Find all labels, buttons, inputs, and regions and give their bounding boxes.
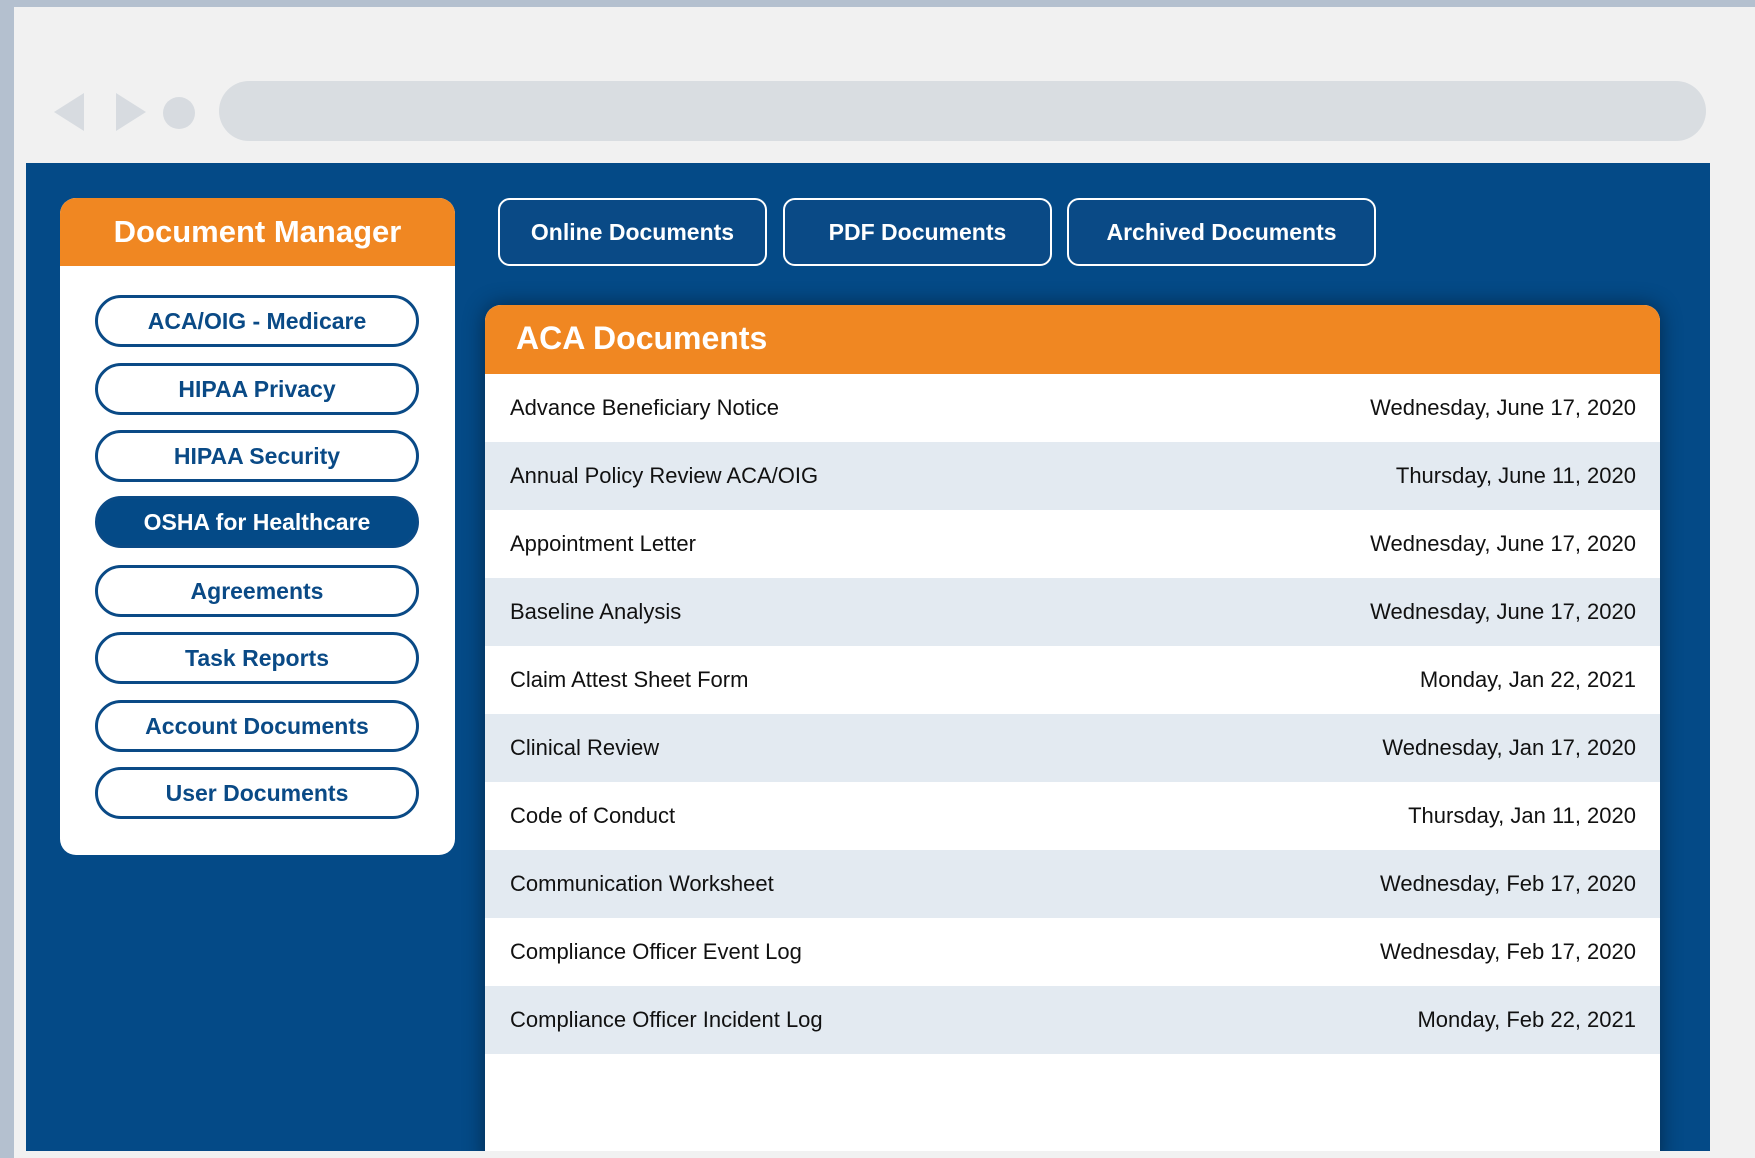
reload-dot-icon[interactable] [163,97,195,129]
address-bar[interactable] [219,81,1706,141]
document-date: Thursday, Jan 11, 2020 [1408,803,1636,828]
sidebar-item-task-reports[interactable]: Task Reports [95,632,419,684]
tab-online-documents[interactable]: Online Documents [498,198,767,266]
document-name[interactable]: Compliance Officer Incident Log [510,1007,823,1033]
document-date: Wednesday, June 17, 2020 [1370,531,1636,556]
document-row[interactable]: Advance Beneficiary Notice Wednesday, Ju… [485,374,1660,442]
document-name[interactable]: Communication Worksheet [510,871,774,897]
document-name[interactable]: Baseline Analysis [510,599,681,625]
document-date: Wednesday, Feb 17, 2020 [1379,871,1636,896]
document-name[interactable]: Appointment Letter [510,531,696,557]
tab-pdf-documents[interactable]: PDF Documents [783,198,1052,266]
document-date: Monday, Jan 22, 2021 [1419,667,1636,692]
document-row[interactable]: Claim Attest Sheet Form Monday, Jan 22, … [485,646,1660,714]
document-row[interactable]: Appointment Letter Wednesday, June 17, 2… [485,510,1660,578]
sidebar-item-agreements[interactable]: Agreements [95,565,419,617]
tab-archived-documents[interactable]: Archived Documents [1067,198,1376,266]
document-row[interactable]: Code of Conduct Thursday, Jan 11, 2020 [485,782,1660,850]
sidebar-item-user-documents[interactable]: User Documents [95,767,419,819]
document-name[interactable]: Annual Policy Review ACA/OIG [510,463,818,489]
sidebar-item-hipaa-privacy[interactable]: HIPAA Privacy [95,363,419,415]
panel-title: ACA Documents [485,305,1660,374]
back-arrow-icon[interactable] [54,93,84,131]
document-name[interactable]: Clinical Review [510,735,659,761]
document-row[interactable]: Clinical Review Wednesday, Jan 17, 2020 [485,714,1660,782]
sidebar: Document Manager ACA/OIG - Medicare HIPA… [60,198,455,855]
document-row[interactable]: Communication Worksheet Wednesday, Feb 1… [485,850,1660,918]
forward-arrow-icon[interactable] [116,93,146,131]
document-date: Thursday, June 11, 2020 [1395,463,1636,488]
sidebar-item-aca-oig-medicare[interactable]: ACA/OIG - Medicare [95,295,419,347]
document-row[interactable]: Baseline Analysis Wednesday, June 17, 20… [485,578,1660,646]
document-date: Wednesday, June 17, 2020 [1370,395,1636,420]
document-date: Wednesday, Jan 17, 2020 [1382,735,1636,760]
document-name[interactable]: Advance Beneficiary Notice [510,395,779,421]
document-date: Wednesday, June 17, 2020 [1370,599,1636,624]
document-name[interactable]: Claim Attest Sheet Form [510,667,748,693]
document-name[interactable]: Compliance Officer Event Log [510,939,802,965]
documents-panel: ACA Documents Advance Beneficiary Notice… [485,305,1660,1151]
document-row[interactable]: Compliance Officer Incident Log Monday, … [485,986,1660,1054]
document-row[interactable]: Compliance Officer Event Log Wednesday, … [485,918,1660,986]
sidebar-item-osha-for-healthcare[interactable]: OSHA for Healthcare [95,496,419,548]
document-date: Monday, Feb 22, 2021 [1417,1007,1636,1032]
document-name[interactable]: Code of Conduct [510,803,675,829]
sidebar-item-account-documents[interactable]: Account Documents [95,700,419,752]
sidebar-item-hipaa-security[interactable]: HIPAA Security [95,430,419,482]
app-area: Document Manager ACA/OIG - Medicare HIPA… [26,163,1710,1151]
document-row[interactable]: Annual Policy Review ACA/OIG Thursday, J… [485,442,1660,510]
document-date: Wednesday, Feb 17, 2020 [1379,939,1636,964]
sidebar-title: Document Manager [60,198,455,266]
